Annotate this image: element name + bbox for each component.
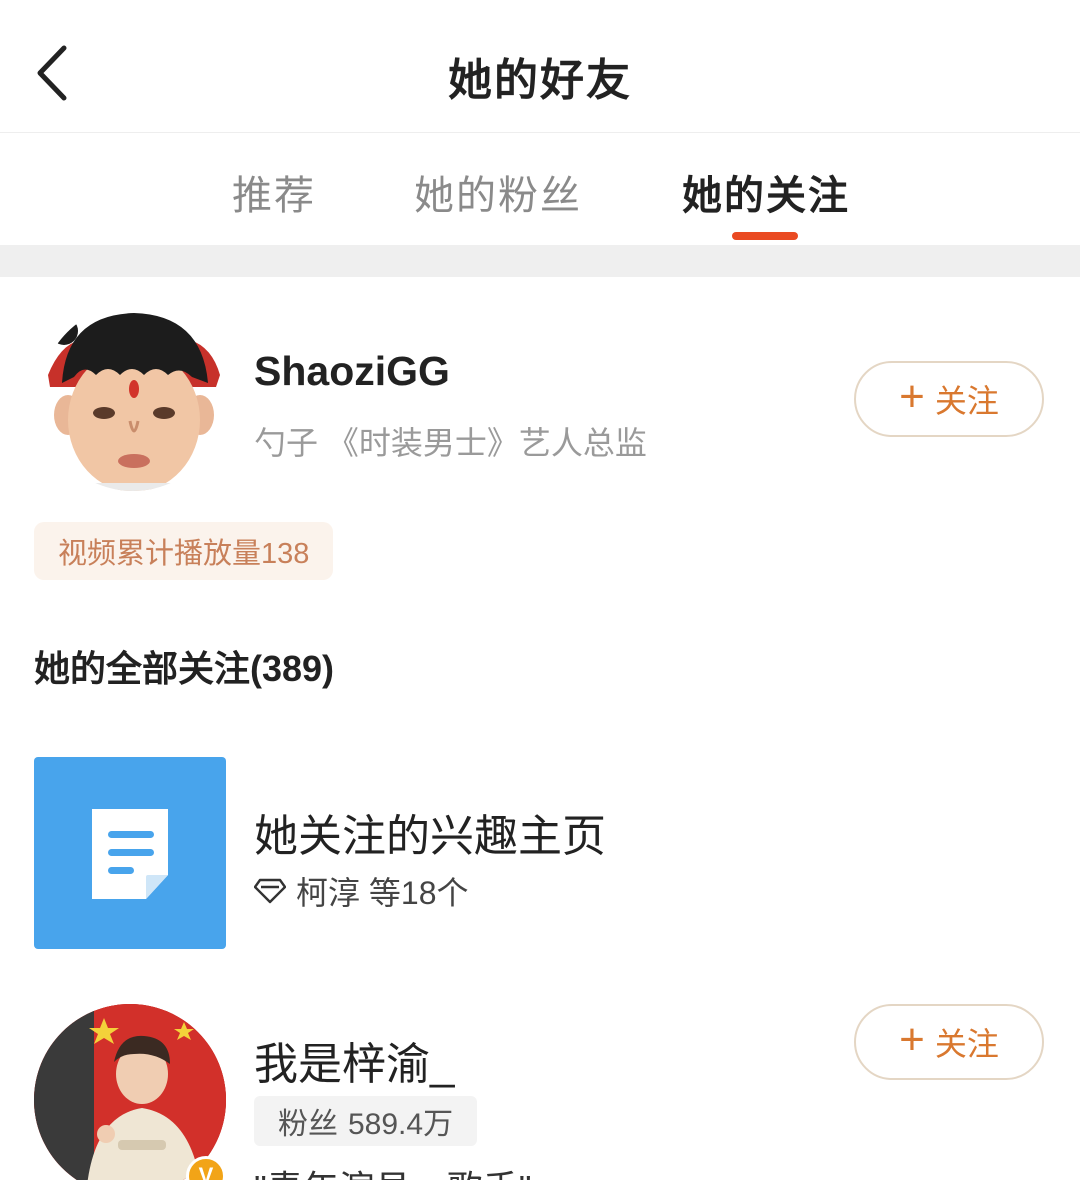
featured-user-avatar[interactable]	[40, 305, 226, 491]
tab-her-following[interactable]: 她的关注	[682, 163, 850, 221]
diamond-icon	[254, 878, 286, 904]
fans-count-badge: 粉丝 589.4万	[254, 1096, 478, 1146]
featured-user-name[interactable]: ShaoziGG	[254, 348, 450, 395]
follow-button-label: 关注	[934, 1026, 999, 1062]
follow-button-label: 关注	[934, 383, 999, 419]
user-name[interactable]: 我是梓渝_	[254, 1028, 454, 1092]
document-icon	[92, 809, 168, 899]
interest-page-thumbnail[interactable]	[34, 757, 226, 949]
section-divider	[0, 245, 1080, 277]
page-title: 她的好友	[448, 56, 632, 105]
top-bar: 她的好友	[0, 0, 1080, 133]
user-avatar[interactable]	[34, 1004, 226, 1180]
friends-page: 她的好友 推荐 她的粉丝 她的关注 ShaoziGG 勺子 《时装男士》艺人总监…	[0, 0, 1080, 1180]
fans-label: 粉丝	[278, 1108, 338, 1141]
follow-button[interactable]: + 关注	[854, 1004, 1044, 1080]
tab-bar: 推荐 她的粉丝 她的关注	[0, 133, 1080, 245]
video-play-count-badge: 视频累计播放量138	[34, 522, 334, 580]
all-following-heading: 她的全部关注(389)	[34, 648, 335, 689]
featured-user-description: 勺子 《时装男士》艺人总监	[254, 425, 647, 461]
follow-button[interactable]: + 关注	[854, 361, 1044, 437]
plus-icon: +	[899, 372, 925, 421]
active-tab-indicator	[732, 232, 798, 240]
tab-her-fans[interactable]: 她的粉丝	[414, 163, 582, 221]
tab-recommended[interactable]: 推荐	[232, 163, 316, 221]
person-photo-avatar-image	[34, 1004, 226, 1180]
cartoon-face-avatar-image	[40, 305, 226, 491]
plus-icon: +	[899, 1015, 925, 1064]
interest-page-summary: 柯淳 等18个	[254, 868, 469, 914]
user-bio: "青年演员、歌手"	[254, 1160, 532, 1180]
interest-page-subtitle: 柯淳 等18个	[296, 875, 469, 911]
fans-count: 589.4万	[348, 1108, 454, 1141]
interest-page-title[interactable]: 她关注的兴趣主页	[254, 800, 606, 864]
